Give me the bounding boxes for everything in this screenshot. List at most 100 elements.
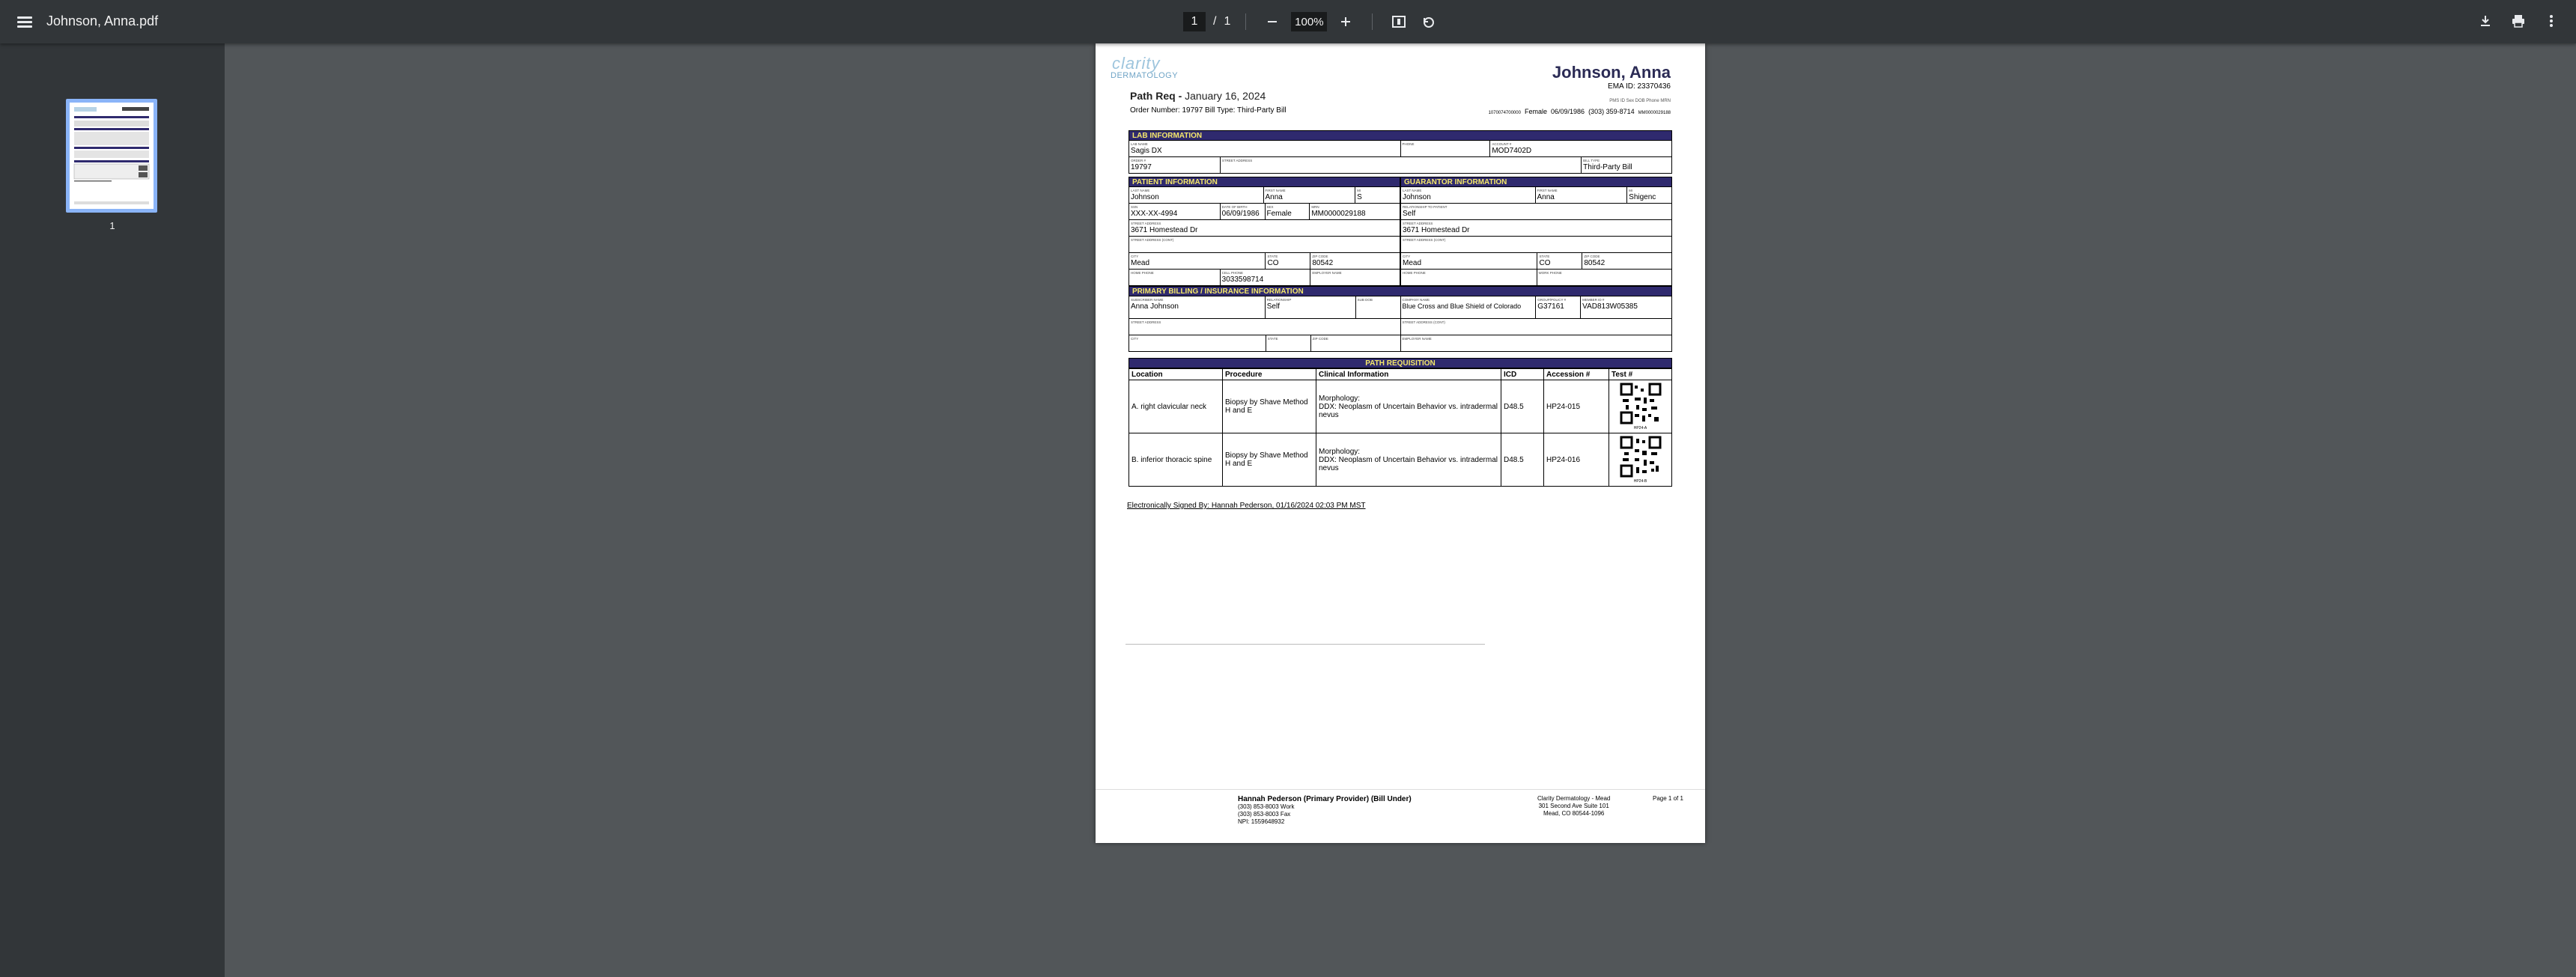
form-cell: LAST NAME Johnson xyxy=(1401,187,1536,203)
procedure-cell: Biopsy by Shave Method H and E xyxy=(1222,380,1316,433)
field-label: MRN xyxy=(1311,205,1319,209)
page-number-input[interactable] xyxy=(1183,12,1206,31)
electronic-signature: Electronically Signed By: Hannah Pederso… xyxy=(1127,502,1366,510)
field-label: LAST NAME xyxy=(1131,189,1150,192)
lab-information-section: LAB INFORMATION LAB NAME Sagis DX PHONE A… xyxy=(1128,130,1673,174)
field-label: CITY xyxy=(1131,337,1139,341)
field-label: EMPLOYER NAME xyxy=(1312,271,1342,275)
form-cell: STREET ADDRESS 3671 Homestead Dr xyxy=(1401,220,1672,236)
rotate-icon[interactable] xyxy=(1418,10,1440,33)
guarantor-city: Mead xyxy=(1403,259,1422,267)
test-code: HP24-B xyxy=(1633,479,1647,484)
form-row: SUBSCRIBER NAME Anna Johnson RELATIONSHIP… xyxy=(1128,296,1672,319)
zoom-input[interactable] xyxy=(1291,12,1328,31)
form-cell: EMPLOYER NAME xyxy=(1310,270,1400,285)
qr-code-icon xyxy=(1619,383,1662,424)
field-label: ACCOUNT # xyxy=(1492,142,1512,146)
pms-id: 1070074700000 xyxy=(1488,111,1521,115)
form-cell: MI S xyxy=(1355,187,1400,203)
field-label: ZIP CODE xyxy=(1312,255,1328,258)
footer-page-number: Page 1 of 1 xyxy=(1653,795,1683,802)
fit-page-icon[interactable] xyxy=(1388,10,1410,33)
patient-mi: S xyxy=(1357,193,1362,201)
insurance-group: G37161 xyxy=(1537,302,1564,311)
test-code: HP24-A xyxy=(1633,426,1647,430)
form-row: STREET ADDRESS STREET ADDRESS (CONT) xyxy=(1128,319,1672,335)
page-total: 1 xyxy=(1224,15,1231,28)
form-cell: RELATIONSHIP TO PATIENT Self xyxy=(1401,204,1672,219)
form-cell: SUBSCRIBER NAME Anna Johnson xyxy=(1129,296,1266,318)
form-row: HOME PHONE WORK PHONE xyxy=(1400,270,1672,286)
field-label: LAB NAME xyxy=(1131,142,1148,146)
field-label: CITY xyxy=(1403,255,1411,258)
form-cell: FIRST NAME Anna xyxy=(1264,187,1356,203)
more-vert-icon[interactable] xyxy=(2540,10,2563,32)
field-label: SEX xyxy=(1266,205,1274,209)
zoom-in-icon[interactable] xyxy=(1334,10,1357,33)
test-cell: HP24-A xyxy=(1609,380,1672,433)
field-label: STREET ADDRESS (CONT) xyxy=(1131,238,1174,242)
section-header: GUARANTOR INFORMATION xyxy=(1400,177,1672,187)
form-cell: SUB DOB xyxy=(1356,296,1401,318)
zoom-out-icon[interactable] xyxy=(1261,10,1284,33)
form-cell: STATE CO xyxy=(1537,253,1583,269)
patient-last-name: Johnson xyxy=(1131,193,1159,201)
toolbar-center-controls: / 1 xyxy=(1183,10,1440,34)
patient-street: 3671 Homestead Dr xyxy=(1131,226,1198,234)
ema-id: EMA ID: 23370436 xyxy=(1608,82,1671,91)
clinic-address-line1: 301 Second Ave Suite 101 xyxy=(1538,803,1609,809)
field-label: EMPLOYER NAME xyxy=(1402,337,1432,341)
provider-fax: (303) 853-8003 Fax xyxy=(1238,811,1291,818)
form-cell: LAST NAME Johnson xyxy=(1129,187,1264,203)
provider-name: Hannah Pederson (Primary Provider) (Bill… xyxy=(1238,795,1412,803)
pdf-toolbar: Johnson, Anna.pdf / 1 xyxy=(0,0,2576,43)
form-row: CITY STATE ZIP CODE EMPLOYER NAME xyxy=(1128,335,1673,352)
download-icon[interactable] xyxy=(2474,10,2497,32)
footer-provider: Hannah Pederson (Primary Provider) (Bill… xyxy=(1238,795,1412,826)
guarantor-street: 3671 Homestead Dr xyxy=(1403,226,1470,234)
location-cell: B. inferior thoracic spine xyxy=(1128,433,1223,487)
patient-header-values: 1070074700000 Female 06/09/1986 (303) 35… xyxy=(1489,108,1671,115)
field-label: GROUP/POLICY # xyxy=(1537,298,1567,302)
order-line: Order Number: 19797 Bill Type: Third-Par… xyxy=(1130,106,1287,115)
form-cell: GROUP/POLICY # G37161 xyxy=(1536,296,1582,318)
field-label: ZIP CODE xyxy=(1312,337,1328,341)
form-row: STREET ADDRESS 3671 Homestead Dr xyxy=(1128,220,1400,237)
field-label: SUB DOB xyxy=(1357,298,1373,302)
path-requisition-section: PATH REQUISITION Location Procedure Clin… xyxy=(1128,358,1672,487)
section-header: PRIMARY BILLING / INSURANCE INFORMATION xyxy=(1128,286,1672,296)
page-separator: / xyxy=(1213,15,1217,28)
field-label: STATE xyxy=(1539,255,1550,258)
form-cell: STREET ADDRESS xyxy=(1129,319,1401,335)
form-cell: STREET ADDRESS xyxy=(1221,157,1582,173)
page-thumbnail[interactable] xyxy=(66,99,157,213)
patient-city: Mead xyxy=(1131,259,1150,267)
field-label: CITY xyxy=(1131,255,1139,258)
table-row: B. inferior thoracic spine Biopsy by Sha… xyxy=(1128,433,1672,487)
subscriber-name: Anna Johnson xyxy=(1131,302,1179,311)
pdf-page: clarity DERMATOLOGY Path Req - January 1… xyxy=(1096,43,1705,843)
menu-icon[interactable] xyxy=(13,10,36,33)
patient-dob: 06/09/1986 xyxy=(1221,210,1260,218)
guarantor-first-name: Anna xyxy=(1537,193,1555,201)
header-sex: Female xyxy=(1524,108,1547,115)
field-label: RELATIONSHIP TO PATIENT xyxy=(1403,205,1448,209)
section-header: PATIENT INFORMATION xyxy=(1128,177,1400,187)
lab-bill-type: Third-Party Bill xyxy=(1583,163,1632,171)
thumbnail-sidebar: 1 xyxy=(0,43,225,977)
form-row: SSN XXX-XX-4994 DATE OF BIRTH 06/09/1986 S… xyxy=(1128,204,1400,220)
form-cell: PHONE xyxy=(1401,141,1491,156)
requisition-title: Path Req - January 16, 2024 xyxy=(1130,90,1266,102)
patient-name-heading: Johnson, Anna xyxy=(1552,63,1671,82)
field-label: LAST NAME xyxy=(1403,189,1422,192)
field-label: CELL PHONE xyxy=(1221,271,1243,275)
insurance-company: Blue Cross and Blue Shield of Colorado xyxy=(1402,302,1522,310)
print-icon[interactable] xyxy=(2507,10,2530,32)
header-mrn: MM0000029188 xyxy=(1638,111,1671,115)
thumbnail-page-number: 1 xyxy=(109,220,115,231)
patient-ssn: XXX-XX-4994 xyxy=(1131,210,1178,218)
form-cell: HOME PHONE xyxy=(1129,270,1221,285)
patient-state: CO xyxy=(1267,259,1279,267)
field-label: ZIP CODE xyxy=(1584,255,1600,258)
provider-work-phone: (303) 853-8003 Work xyxy=(1238,803,1295,810)
